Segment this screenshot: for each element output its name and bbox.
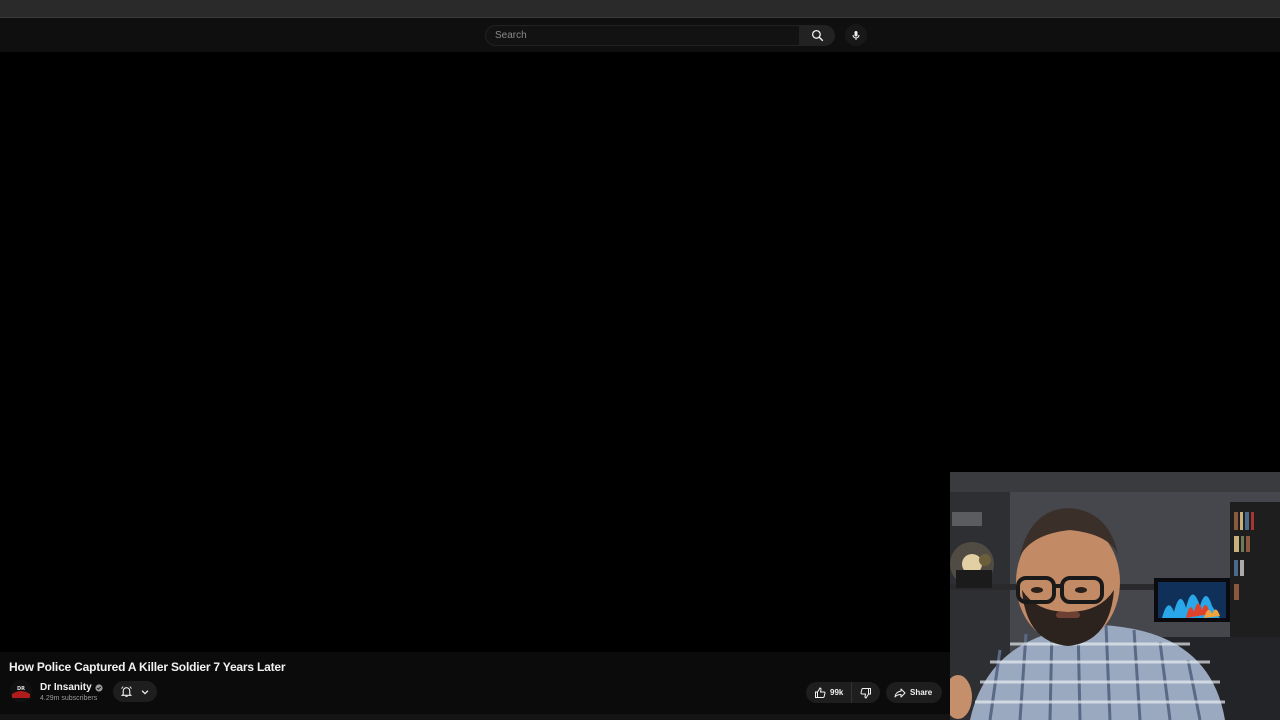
channel-avatar[interactable]: DR	[10, 680, 32, 702]
video-title: How Police Captured A Killer Soldier 7 Y…	[9, 660, 286, 674]
browser-top-strip	[0, 0, 1280, 18]
search-input[interactable]	[495, 30, 799, 41]
youtube-masthead	[0, 18, 1280, 52]
verified-check-icon	[95, 683, 103, 692]
page-bottom-edge	[0, 714, 950, 720]
webcam-overlay	[950, 472, 1280, 720]
share-label: Share	[910, 688, 933, 697]
search-icon	[811, 29, 823, 42]
like-count: 99k	[830, 688, 844, 697]
subscriber-count: 4.29m subscribers	[40, 695, 98, 702]
voice-search-button[interactable]	[845, 24, 867, 46]
like-button[interactable]: 99k	[806, 682, 852, 703]
like-dislike-group: 99k	[806, 682, 880, 703]
search-box[interactable]	[485, 25, 799, 46]
webcam-image	[950, 472, 1280, 720]
channel-name-link[interactable]: Dr Insanity	[40, 682, 103, 693]
video-info-bar: How Police Captured A Killer Soldier 7 Y…	[0, 652, 950, 720]
chevron-down-icon	[141, 689, 149, 695]
share-button[interactable]: Share	[886, 682, 942, 703]
subscribed-notification-button[interactable]	[113, 681, 157, 702]
notification-bell-icon	[121, 686, 133, 697]
channel-logo-image: DR	[10, 680, 32, 702]
dislike-button[interactable]	[852, 682, 880, 703]
svg-text:DR: DR	[17, 686, 25, 692]
thumbs-up-icon	[815, 686, 826, 698]
search-button[interactable]	[799, 25, 835, 46]
channel-name: Dr Insanity	[40, 682, 92, 693]
microphone-icon	[852, 30, 860, 40]
thumbs-down-icon	[860, 687, 871, 699]
share-arrow-icon	[894, 688, 906, 697]
